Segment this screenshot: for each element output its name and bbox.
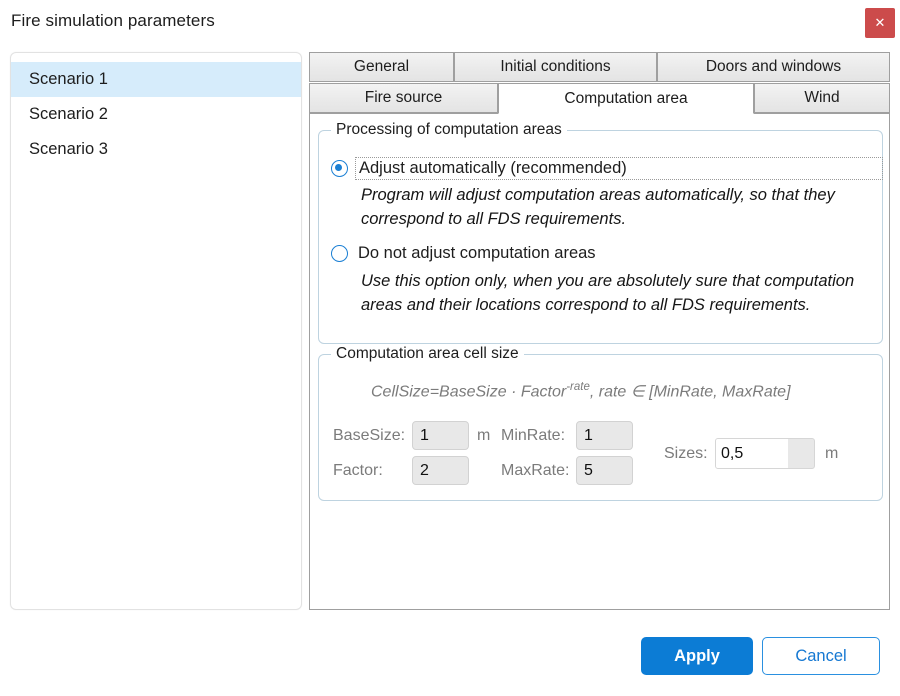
tab-row-2: Fire source Computation area Wind <box>309 83 890 114</box>
label-sizes: Sizes: <box>664 445 708 462</box>
radio-option-do-not-adjust[interactable]: Do not adjust computation areas <box>331 243 599 264</box>
maxrate-input[interactable] <box>576 456 633 485</box>
radio-checked-icon[interactable] <box>331 160 348 177</box>
label-minrate: MinRate: <box>501 427 566 444</box>
scenario-item-label: Scenario 1 <box>29 70 108 88</box>
sizes-input[interactable] <box>716 439 788 468</box>
group-title: Processing of computation areas <box>331 121 567 139</box>
tab-doors-and-windows[interactable]: Doors and windows <box>657 52 890 82</box>
radio-label-do-not-adjust[interactable]: Do not adjust computation areas <box>355 243 599 264</box>
page-title: Fire simulation parameters <box>11 11 215 30</box>
scenario-list[interactable]: Scenario 1 Scenario 2 Scenario 3 <box>10 52 302 610</box>
hint-adjust-automatically: Program will adjust computation areas au… <box>361 186 835 228</box>
scenario-item-label: Scenario 2 <box>29 105 108 123</box>
scenario-item-label: Scenario 3 <box>29 140 108 158</box>
label-basesize: BaseSize: <box>333 427 406 444</box>
basesize-input[interactable] <box>412 421 469 450</box>
radio-unchecked-icon[interactable] <box>331 245 348 262</box>
radio-label-adjust-automatically[interactable]: Adjust automatically (recommended) <box>355 157 883 180</box>
window-titlebar: Fire simulation parameters ✕ <box>0 0 900 46</box>
tab-computation-area[interactable]: Computation area <box>498 83 754 114</box>
apply-button[interactable]: Apply <box>641 637 753 675</box>
hint-do-not-adjust: Use this option only, when you are absol… <box>361 272 855 314</box>
sizes-field-wrapper[interactable] <box>715 438 815 469</box>
unit-sizes: m <box>825 445 839 462</box>
group-processing-of-computation-areas: Processing of computation areas Adjust a… <box>318 121 883 344</box>
list-item[interactable]: Scenario 2 <box>11 97 301 132</box>
factor-input[interactable] <box>412 456 469 485</box>
cellsize-formula: CellSize=BaseSize · Factor-rate, rate ∈ … <box>371 381 791 401</box>
tab-general[interactable]: General <box>309 52 454 82</box>
group-computation-area-cell-size: Computation area cell size CellSize=Base… <box>318 345 883 501</box>
tab-fire-source[interactable]: Fire source <box>309 83 498 113</box>
formula-part-2: , rate ∈ [MinRate, MaxRate] <box>589 383 791 401</box>
close-icon[interactable]: ✕ <box>865 8 895 38</box>
tab-area: General Initial conditions Doors and win… <box>309 52 890 610</box>
list-item[interactable]: Scenario 1 <box>11 62 301 97</box>
tab-content-panel: Processing of computation areas Adjust a… <box>309 113 890 610</box>
tab-row-1: General Initial conditions Doors and win… <box>309 52 890 82</box>
label-factor: Factor: <box>333 462 383 479</box>
label-maxrate: MaxRate: <box>501 462 570 479</box>
tab-wind[interactable]: Wind <box>754 83 890 113</box>
minrate-input[interactable] <box>576 421 633 450</box>
formula-part-1: CellSize=BaseSize · Factor <box>371 383 567 401</box>
radio-option-adjust-automatically[interactable]: Adjust automatically (recommended) <box>331 157 883 180</box>
tab-initial-conditions[interactable]: Initial conditions <box>454 52 657 82</box>
list-item[interactable]: Scenario 3 <box>11 132 301 167</box>
cancel-button[interactable]: Cancel <box>762 637 880 675</box>
formula-exponent: -rate <box>566 381 590 393</box>
group-title: Computation area cell size <box>331 345 524 363</box>
unit-basesize: m <box>477 427 491 444</box>
